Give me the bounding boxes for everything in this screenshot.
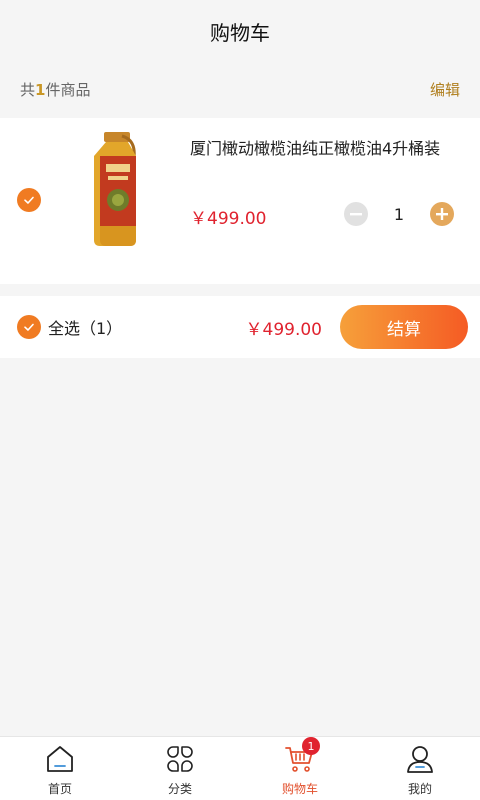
- item-select-checkbox[interactable]: [17, 188, 41, 212]
- tab-category[interactable]: 分类: [120, 737, 240, 800]
- item-count-text: 共1件商品: [20, 79, 90, 100]
- quantity-value[interactable]: 1: [368, 205, 430, 224]
- product-title[interactable]: 厦门橄动橄榄油纯正橄榄油4升桶装: [190, 136, 458, 162]
- cart-screen: 购物车 共1件商品 编辑 厦门橄动橄榄油纯正橄榄油4升桶装 ￥499.00 1 …: [0, 0, 480, 800]
- tab-profile-label: 我的: [407, 782, 432, 796]
- decrease-quantity-button[interactable]: [344, 202, 368, 226]
- category-icon: [167, 746, 193, 772]
- cart-summary-row: 共1件商品 编辑: [0, 62, 480, 116]
- tab-category-label: 分类: [167, 782, 192, 796]
- quantity-stepper: 1: [344, 202, 454, 226]
- edit-button[interactable]: 编辑: [430, 79, 460, 100]
- minus-icon: [350, 213, 362, 216]
- select-all-label[interactable]: 全选（1）: [48, 315, 122, 339]
- profile-icon: [407, 746, 433, 773]
- item-count-suffix: 件商品: [45, 80, 91, 99]
- tab-profile[interactable]: 我的: [360, 737, 480, 800]
- item-count: 1: [35, 80, 46, 99]
- total-price: ￥499.00: [245, 319, 322, 340]
- check-icon: [24, 323, 34, 331]
- select-all-checkbox[interactable]: [17, 315, 41, 339]
- check-icon: [24, 196, 34, 204]
- product-price: ￥499.00: [190, 209, 267, 229]
- tab-cart-label: 购物车: [281, 782, 318, 796]
- increase-quantity-button[interactable]: [430, 202, 454, 226]
- page-title: 购物车: [0, 0, 480, 62]
- item-count-prefix: 共: [20, 80, 36, 99]
- cart-badge: 1: [302, 737, 320, 755]
- plus-icon: [436, 208, 448, 220]
- tab-home[interactable]: 首页: [0, 737, 120, 800]
- checkout-button[interactable]: 结算: [340, 305, 468, 349]
- product-image[interactable]: [76, 130, 156, 250]
- tab-cart[interactable]: 1 购物车: [240, 737, 360, 800]
- cart-item: 厦门橄动橄榄油纯正橄榄油4升桶装 ￥499.00 1: [0, 118, 480, 284]
- home-icon: [47, 746, 73, 772]
- tab-home-label: 首页: [47, 782, 72, 796]
- checkout-bar: 全选（1） ￥499.00 结算: [0, 296, 480, 358]
- bottom-tab-bar: 首页 分类 1 购物车 我的: [0, 736, 480, 800]
